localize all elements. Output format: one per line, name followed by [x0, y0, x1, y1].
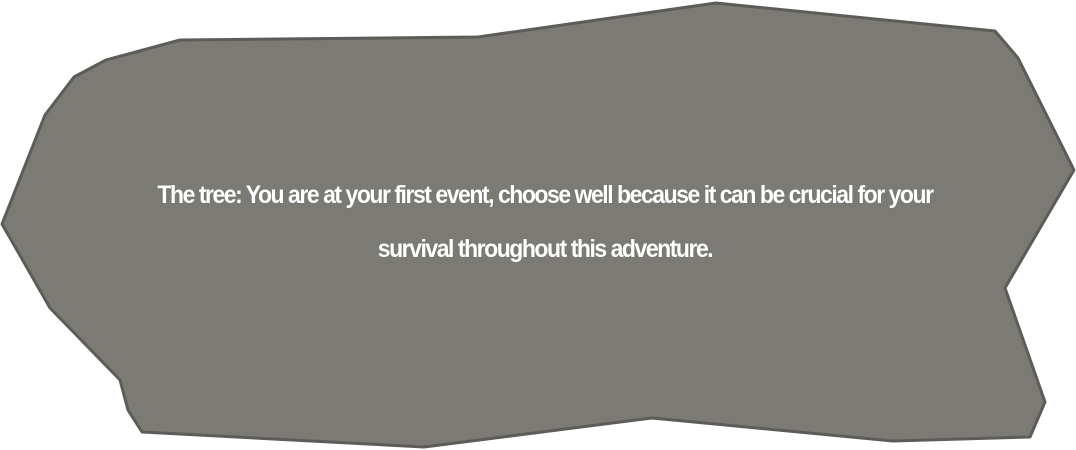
event-screen: The tree: You are at your first event, c…: [0, 0, 1076, 450]
event-description: The tree: You are at your first event, c…: [157, 181, 934, 263]
